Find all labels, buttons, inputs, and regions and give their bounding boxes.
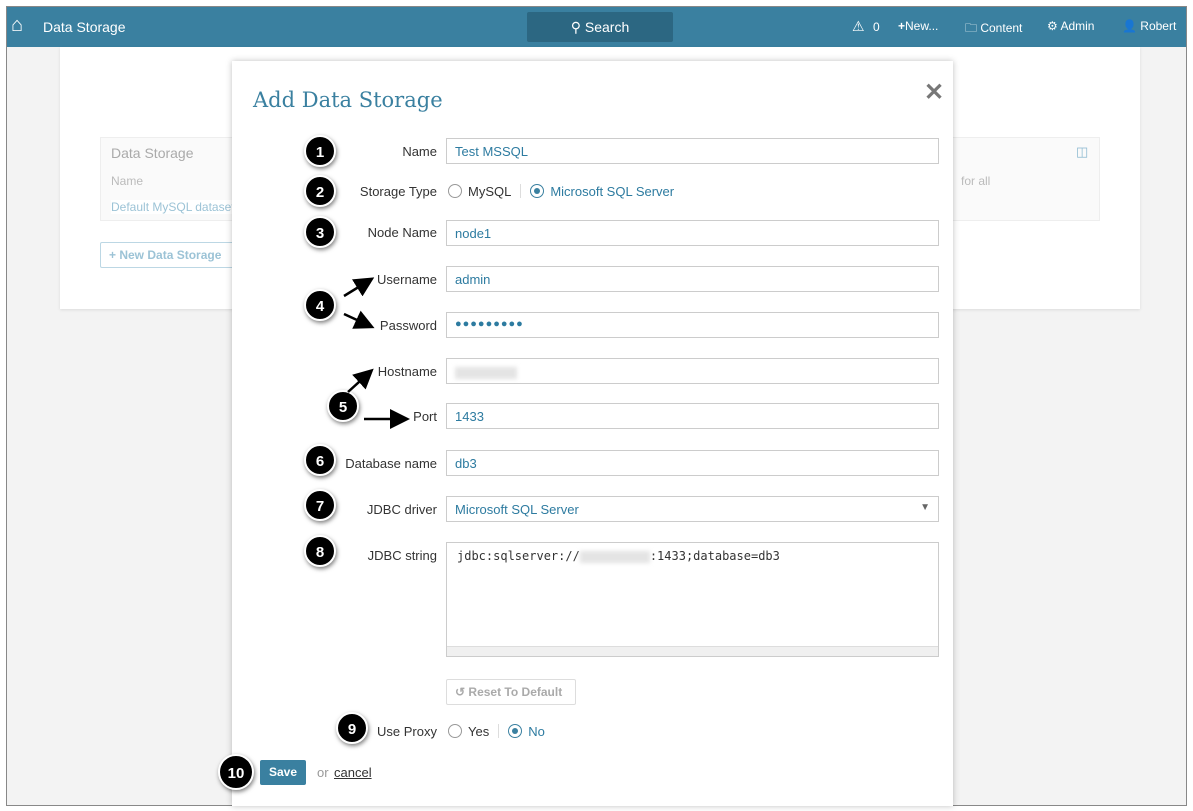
annotation-arrows — [343, 277, 410, 429]
arrow-to-username — [343, 277, 375, 298]
arrow-to-hostname — [347, 368, 374, 393]
arrow-to-password — [343, 310, 375, 329]
